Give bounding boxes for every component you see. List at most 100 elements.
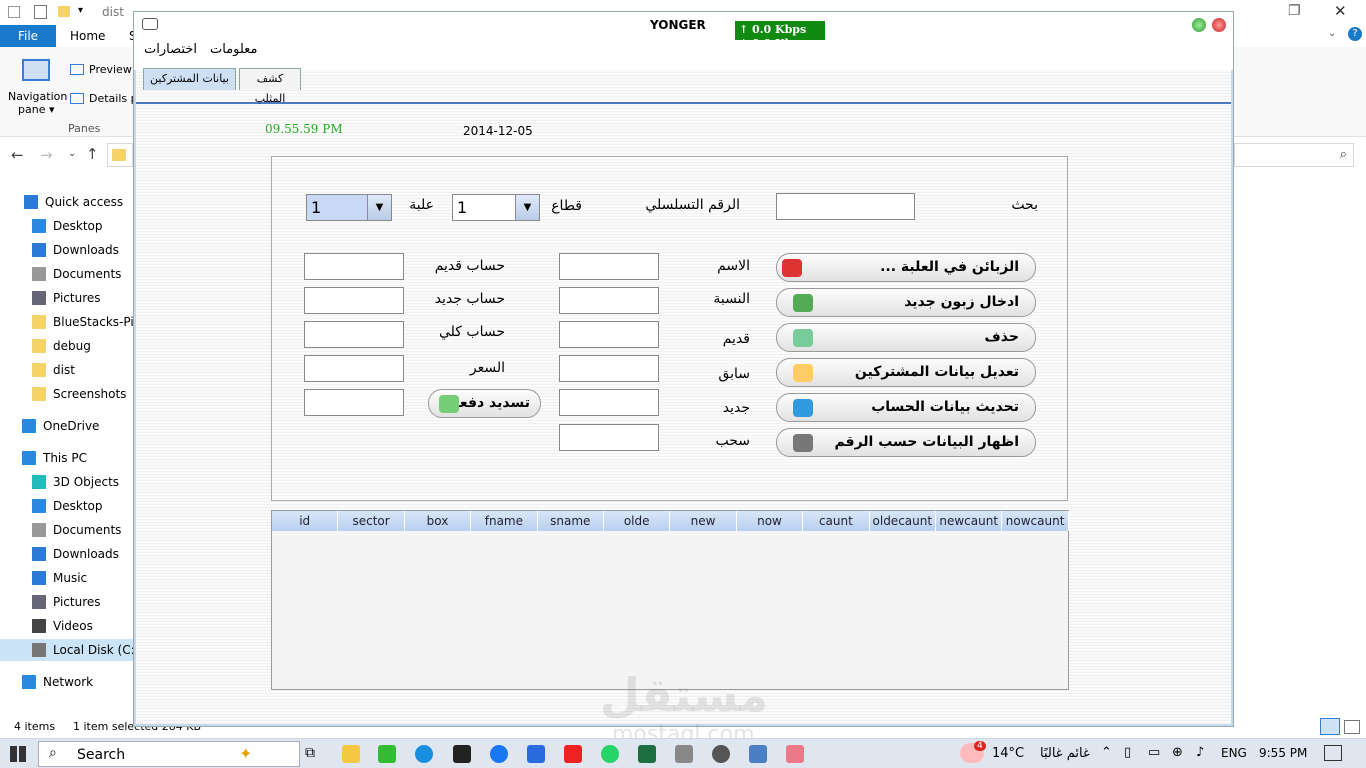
column-header[interactable]: oldecaunt [869,511,936,531]
action-button[interactable]: الزبائن في العلبة ... [776,253,1036,282]
field-input[interactable] [559,321,659,348]
search-input[interactable] [776,193,915,220]
field-input[interactable] [559,389,659,416]
large-icons-view-icon[interactable] [1344,720,1360,734]
sidebar-item[interactable]: debug [0,335,133,357]
column-header[interactable]: sname [537,511,604,531]
details-view-icon[interactable] [1320,718,1340,735]
sidebar-item[interactable]: Downloads [0,239,133,261]
app-icon[interactable] [527,745,545,763]
menu-info[interactable]: معلومات [210,42,257,57]
column-header[interactable]: olde [604,511,671,531]
sidebar-item[interactable]: Screenshots [0,383,133,405]
field-input[interactable] [559,287,659,314]
details-pane-button[interactable]: Details p [89,92,138,105]
java-icon[interactable] [786,745,804,763]
database-icon[interactable] [675,745,693,763]
menu-shortcuts[interactable]: اختصارات [144,42,197,57]
data-table[interactable]: id sector box fname sname olde new now caunt olde… [271,510,1069,690]
back-icon[interactable]: ← [11,146,24,164]
task-view-icon[interactable]: ⧉ [305,745,315,761]
phone-icon[interactable]: ▯ [1124,745,1131,760]
sidebar-item[interactable]: Desktop [0,215,133,237]
facebook-icon[interactable] [490,745,508,763]
field-input[interactable] [559,424,659,451]
action-button[interactable]: اظهار البيانات حسب الرقم [776,428,1036,457]
battery-icon[interactable]: ▭ [1148,745,1160,760]
sidebar-item[interactable]: OneDrive [0,415,133,437]
account-input[interactable] [304,287,404,314]
chevron-up-icon[interactable]: ⌃ [1101,745,1112,760]
account-input[interactable] [304,389,404,416]
action-button[interactable]: تعديل بيانات المشتركين [776,358,1036,387]
sidebar-item[interactable]: Quick access [0,191,133,213]
account-input[interactable] [304,321,404,348]
navigation-pane-label-2[interactable]: pane ▾ [18,103,54,116]
help-icon[interactable]: ? [1348,27,1362,41]
sidebar-item[interactable]: dist [0,359,133,381]
sidebar-item[interactable]: BlueStacks-Pie6 [0,311,133,333]
column-header[interactable]: sector [338,511,405,531]
account-input[interactable] [304,253,404,280]
youtube-icon[interactable] [564,745,582,763]
clock[interactable]: 9:55 PM [1259,746,1307,760]
ribbon-collapse-icon[interactable]: ⌄ [1328,28,1336,39]
column-header[interactable]: nowcaunt [1002,511,1069,531]
sidebar-item[interactable]: Documents [0,519,133,541]
up-icon[interactable]: ↑ [86,145,99,163]
chevron-down-icon[interactable]: ▼ [515,195,539,220]
column-header[interactable]: now [736,511,804,531]
settings-icon[interactable] [712,745,730,763]
tab-statement[interactable]: كشف المثلب [239,68,301,105]
box-select[interactable]: 1 ▼ [306,194,392,221]
android-icon[interactable] [378,745,396,763]
file-tab[interactable]: File [0,25,56,47]
taskbar-search[interactable]: ⌕ Search ✦ [38,741,300,767]
close-icon[interactable] [1212,18,1226,32]
excel-icon[interactable] [638,745,656,763]
globe-icon[interactable]: ⊕ [1172,745,1183,760]
column-header[interactable]: newcaunt [936,511,1003,531]
notification-icon[interactable] [1324,745,1342,761]
edge-icon[interactable] [415,745,433,763]
chevron-down-icon[interactable]: ▼ [367,195,391,220]
sidebar-item[interactable]: 3D Objects [0,471,133,493]
qat-icon[interactable] [8,6,20,18]
minimize-icon[interactable] [1192,18,1206,32]
field-input[interactable] [559,355,659,382]
sidebar-item[interactable]: Documents [0,263,133,285]
sidebar-item[interactable]: Local Disk (C:) [0,639,133,661]
language-indicator[interactable]: ENG [1221,746,1247,760]
terminal-icon[interactable] [453,745,471,763]
checklist-icon[interactable] [34,5,47,19]
maximize-icon[interactable]: ❐ [1288,3,1301,19]
sidebar-item[interactable]: Pictures [0,287,133,309]
action-button[interactable]: ادخال زبون جديد [776,288,1036,317]
pay-button[interactable]: تسديد دفعة [428,389,541,418]
action-button[interactable]: تحديث بيانات الحساب [776,393,1036,422]
navigation-pane-icon[interactable] [22,59,50,81]
column-header[interactable]: caunt [803,511,870,531]
folder-icon[interactable] [58,6,70,17]
close-icon[interactable]: ✕ [1334,2,1347,20]
sidebar-item[interactable]: Desktop [0,495,133,517]
sector-select[interactable]: 1 ▼ [452,194,540,221]
sidebar-item[interactable]: This PC [0,447,133,469]
column-header[interactable]: box [404,511,472,531]
sidebar-item[interactable]: Music [0,567,133,589]
volume-icon[interactable]: ♪ [1196,745,1204,760]
sidebar-item[interactable]: Videos [0,615,133,637]
action-button[interactable]: حذف [776,323,1036,352]
field-input[interactable] [559,253,659,280]
navigation-pane-label[interactable]: Navigation [8,90,67,103]
forward-icon[interactable]: → [40,146,53,164]
tab-subscribers[interactable]: بيانات المشتركين [143,68,236,90]
sidebar-item[interactable]: Downloads [0,543,133,565]
qat-dropdown-icon[interactable]: ▾ [78,5,83,16]
search-box[interactable]: ⌕ [1234,143,1354,167]
sidebar-item[interactable]: Network [0,671,133,693]
preview-pane-button[interactable]: Preview [89,63,132,76]
start-icon[interactable] [10,746,26,762]
column-header[interactable]: new [670,511,737,531]
recent-dropdown-icon[interactable]: ⌄ [68,148,76,159]
